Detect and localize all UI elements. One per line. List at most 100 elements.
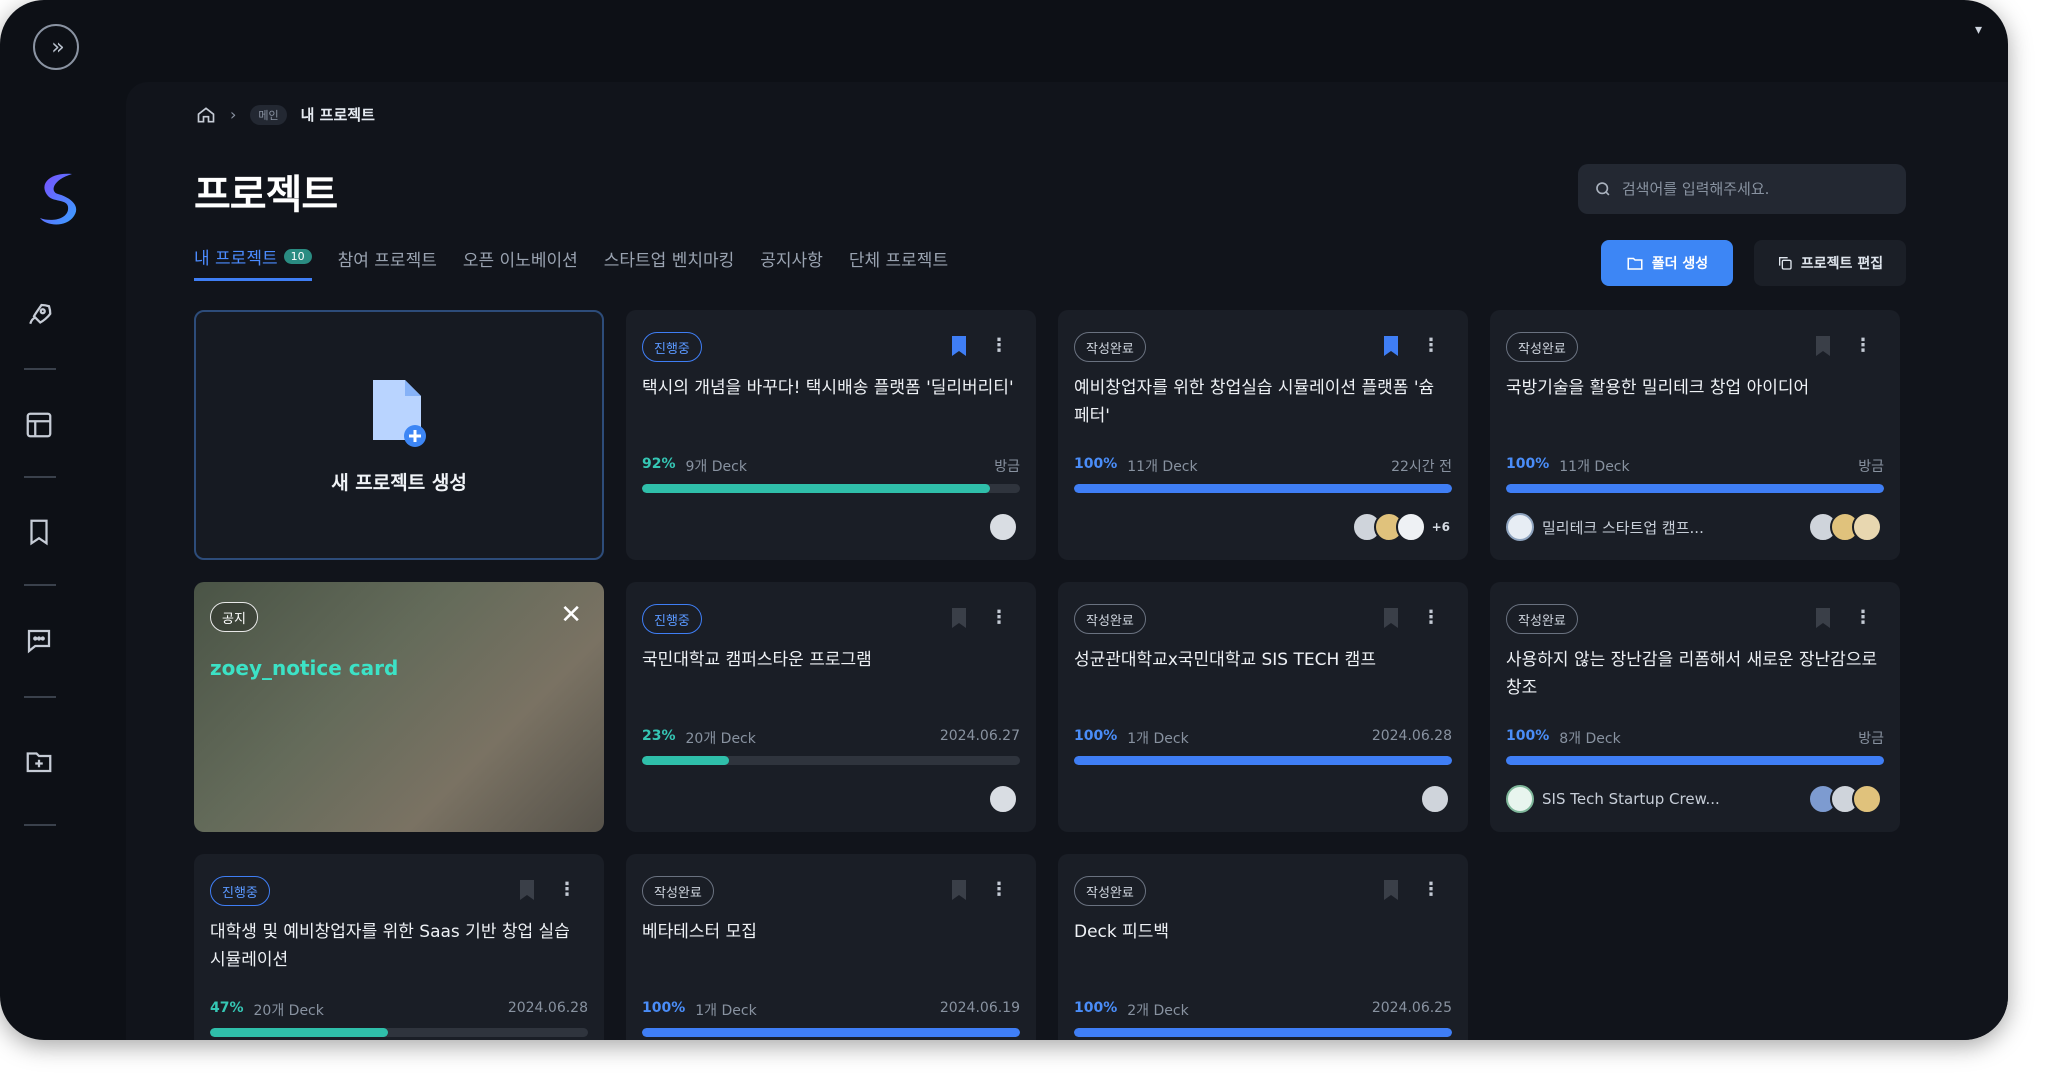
updated-time: 2024.06.25: [1371, 1000, 1452, 1016]
project-card[interactable]: 작성완료 ⋮ 사용하지 않는 장난감을 리폼해서 새로운 장난감으로 창조 10…: [1490, 582, 1900, 832]
tab-my-projects[interactable]: 내 프로젝트 10: [194, 244, 312, 281]
member-avatars: [988, 512, 1018, 542]
project-stats: 100% 11개 Deck 방금: [1506, 456, 1884, 476]
expand-sidebar-button[interactable]: »: [33, 24, 79, 70]
updated-time: 방금: [1858, 731, 1884, 747]
button-label: 폴더 생성: [1651, 256, 1709, 272]
progress-bar: [1074, 756, 1452, 765]
more-options-icon[interactable]: ⋮: [1422, 880, 1440, 902]
project-title: 국방기술을 활용한 밀리테크 창업 아이디어: [1506, 378, 1810, 398]
new-project-card[interactable]: 새 프로젝트 생성: [194, 310, 604, 560]
status-badge: 작성완료: [1506, 332, 1578, 362]
more-options-icon[interactable]: ⋮: [1854, 336, 1872, 358]
copy-icon: [1778, 257, 1792, 270]
project-title: 택시의 개념을 바꾸다! 택시배송 플랫폼 '딜리버리티': [642, 378, 1014, 398]
sidebar-divider: [24, 368, 56, 370]
project-title: Deck 피드백: [1074, 922, 1170, 942]
bookmark-icon[interactable]: [1816, 608, 1830, 628]
more-options-icon[interactable]: ⋮: [990, 336, 1008, 358]
project-card[interactable]: 진행중 ⋮ 택시의 개념을 바꾸다! 택시배송 플랫폼 '딜리버리티' 92% …: [626, 310, 1036, 560]
deck-count: 2개 Deck: [1127, 1003, 1189, 1019]
button-label: 프로젝트 편집: [1800, 256, 1884, 272]
deck-count: 20개 Deck: [685, 731, 756, 747]
home-icon[interactable]: [196, 105, 216, 125]
folder-add-icon[interactable]: [22, 744, 56, 778]
team-info[interactable]: 밀리테크 스타트업 캠프...: [1506, 513, 1704, 541]
bookmark-icon[interactable]: [952, 880, 966, 900]
project-card[interactable]: 작성완료 ⋮ 예비창업자를 위한 창업실습 시뮬레이션 플랫폼 '슘페터' 10…: [1058, 310, 1468, 560]
tab-group-projects[interactable]: 단체 프로젝트: [849, 244, 948, 281]
progress-percent: 47%: [210, 1000, 244, 1016]
create-folder-button[interactable]: 폴더 생성: [1601, 240, 1733, 286]
progress-fill: [1074, 756, 1452, 765]
deck-count: 11개 Deck: [1127, 459, 1198, 475]
more-options-icon[interactable]: ⋮: [558, 880, 576, 902]
tab-startup-benchmarking[interactable]: 스타트업 벤치마킹: [604, 244, 735, 281]
progress-percent: 100%: [1074, 456, 1118, 472]
notice-badge: 공지: [210, 602, 258, 632]
bookmark-filled-icon[interactable]: [1384, 336, 1398, 356]
dashboard-icon[interactable]: [22, 408, 56, 442]
avatar: [1395, 512, 1426, 542]
progress-fill: [1074, 1028, 1452, 1037]
project-card[interactable]: 작성완료 ⋮ 성균관대학교x국민대학교 SIS TECH 캠프 100% 1개 …: [1058, 582, 1468, 832]
project-card[interactable]: 진행중 ⋮ 국민대학교 캠퍼스타운 프로그램 23% 20개 Deck 2024…: [626, 582, 1036, 832]
more-options-icon[interactable]: ⋮: [990, 608, 1008, 630]
progress-percent: 100%: [642, 1000, 686, 1016]
project-title: 성균관대학교x국민대학교 SIS TECH 캠프: [1074, 650, 1376, 670]
search-box[interactable]: [1578, 164, 1906, 214]
rocket-icon[interactable]: [22, 298, 56, 332]
progress-fill: [642, 756, 729, 765]
chat-icon[interactable]: [22, 624, 56, 658]
status-badge: 작성완료: [1074, 332, 1146, 362]
close-icon[interactable]: ✕: [560, 600, 582, 630]
project-stats: 92% 9개 Deck 방금: [642, 456, 1020, 476]
team-info[interactable]: SIS Tech Startup Crew...: [1506, 785, 1720, 813]
more-options-icon[interactable]: ⋮: [1422, 608, 1440, 630]
notice-card[interactable]: 공지 ✕ zoey_notice card: [194, 582, 604, 832]
breadcrumb-main[interactable]: 메인: [250, 104, 287, 125]
search-input[interactable]: [1621, 180, 1890, 198]
progress-percent: 92%: [642, 456, 676, 472]
project-title: 베타테스터 모집: [642, 922, 757, 942]
progress-percent: 23%: [642, 728, 676, 744]
bookmark-icon[interactable]: [22, 515, 56, 549]
bookmark-icon[interactable]: [1816, 336, 1830, 356]
tab-label: 오픈 이노베이션: [462, 250, 578, 271]
edit-project-button[interactable]: 프로젝트 편집: [1754, 240, 1906, 286]
project-stats: 100% 2개 Deck 2024.06.25: [1074, 1000, 1452, 1020]
bookmark-icon[interactable]: [520, 880, 534, 900]
main-panel: › 메인 내 프로젝트 프로젝트 내 프로젝트 10 참여 프로젝트 오픈 이노…: [126, 82, 2008, 1040]
tab-label: 참여 프로젝트: [337, 250, 437, 271]
tab-notices[interactable]: 공지사항: [760, 244, 823, 281]
bookmark-filled-icon[interactable]: [952, 336, 966, 356]
status-badge: 진행중: [642, 604, 702, 634]
sidebar-divider: [24, 824, 56, 826]
updated-time: 2024.06.28: [507, 1000, 588, 1016]
project-tabs: 내 프로젝트 10 참여 프로젝트 오픈 이노베이션 스타트업 벤치마킹 공지사…: [194, 244, 948, 281]
project-stats: 100% 11개 Deck 22시간 전: [1074, 456, 1452, 476]
project-card[interactable]: 작성완료 ⋮ Deck 피드백 100% 2개 Deck 2024.06.25: [1058, 854, 1468, 1040]
team-name: 밀리테크 스타트업 캠프...: [1542, 518, 1704, 537]
progress-fill: [1506, 756, 1884, 765]
progress-percent: 100%: [1074, 1000, 1118, 1016]
bookmark-icon[interactable]: [1384, 608, 1398, 628]
project-card[interactable]: 작성완료 ⋮ 베타테스터 모집 100% 1개 Deck 2024.06.19: [626, 854, 1036, 1040]
window-menu-caret-icon[interactable]: ▾: [1975, 22, 1982, 38]
new-project-label: 새 프로젝트 생성: [331, 471, 467, 494]
project-card[interactable]: 작성완료 ⋮ 국방기술을 활용한 밀리테크 창업 아이디어 100% 11개 D…: [1490, 310, 1900, 560]
bookmark-icon[interactable]: [952, 608, 966, 628]
progress-fill: [1074, 484, 1452, 493]
project-card[interactable]: 진행중 ⋮ 대학생 및 예비창업자를 위한 Saas 기반 창업 실습 시뮬레이…: [194, 854, 604, 1040]
chevron-right-icon: ›: [230, 105, 237, 124]
search-icon: [1596, 182, 1610, 196]
status-badge: 작성완료: [1506, 604, 1578, 634]
tab-open-innovation[interactable]: 오픈 이노베이션: [463, 244, 578, 281]
bookmark-icon[interactable]: [1384, 880, 1398, 900]
more-options-icon[interactable]: ⋮: [990, 880, 1008, 902]
more-options-icon[interactable]: ⋮: [1422, 336, 1440, 358]
member-avatars: [988, 784, 1018, 814]
tab-participating[interactable]: 참여 프로젝트: [338, 244, 437, 281]
more-options-icon[interactable]: ⋮: [1854, 608, 1872, 630]
updated-time: 방금: [994, 459, 1020, 475]
